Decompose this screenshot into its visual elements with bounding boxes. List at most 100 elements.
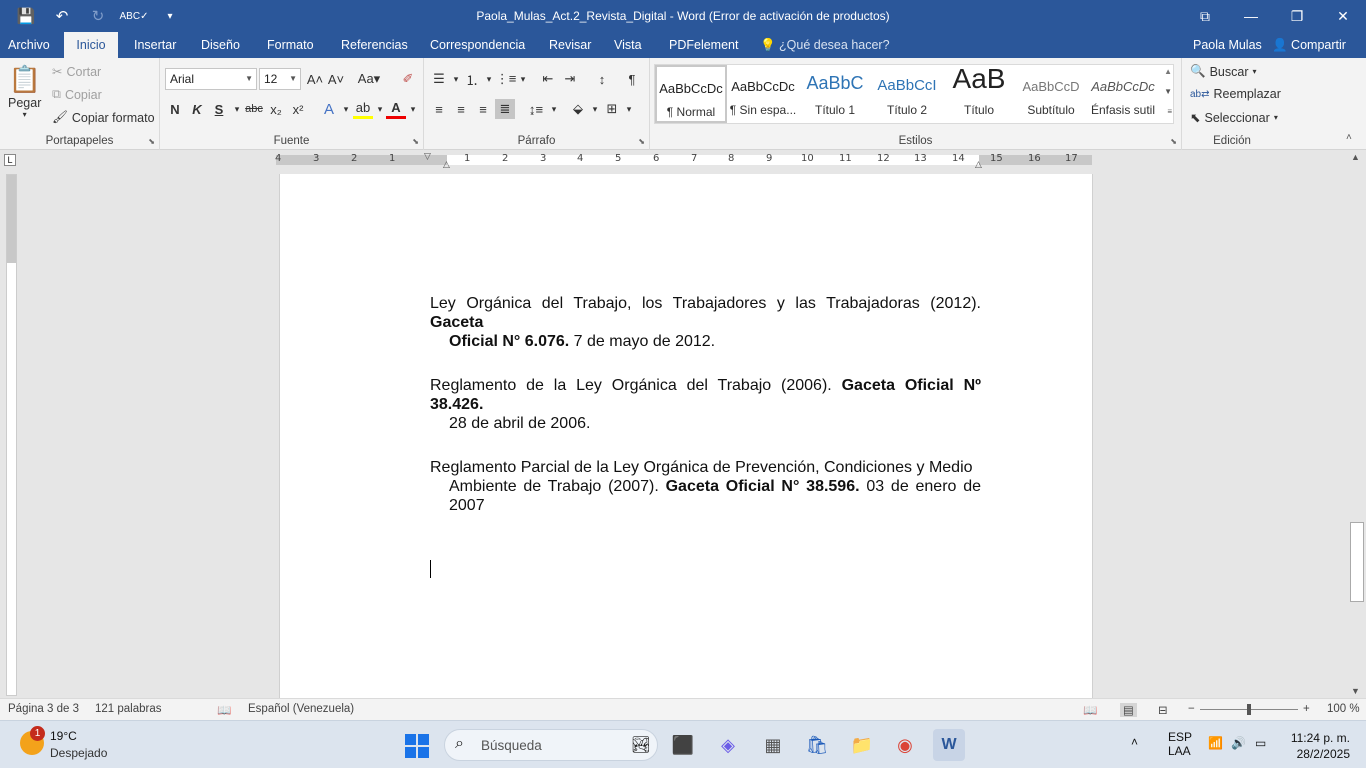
collapse-ribbon-icon[interactable]: ˄ [1346, 132, 1352, 143]
tab-vista[interactable]: Vista [606, 32, 650, 58]
first-line-indent-marker[interactable]: ▽ [424, 151, 431, 162]
chevron-down-icon[interactable]: ▾ [403, 99, 423, 119]
grow-font-icon[interactable]: A˄ [305, 69, 325, 89]
tab-revisar[interactable]: Revisar [541, 32, 599, 58]
temperature[interactable]: 19°C [50, 729, 77, 743]
web-layout-icon[interactable]: ⊟ [1158, 703, 1168, 717]
store-icon[interactable]: 🛍 [801, 729, 833, 761]
align-left-icon[interactable]: ≡ [429, 99, 449, 119]
justify-icon[interactable]: ≣ [495, 99, 515, 119]
strikethrough-button[interactable]: abc [244, 99, 264, 119]
dialog-launcher-icon[interactable]: ⬊ [638, 137, 645, 146]
wifi-icon[interactable]: 📶 [1208, 736, 1223, 750]
scroll-thumb[interactable] [1350, 522, 1364, 602]
chevron-down-icon[interactable]: ▾ [544, 99, 564, 119]
ribbon-display-icon[interactable]: ⧉ [1182, 0, 1228, 32]
style-subtle-emphasis[interactable]: AaBbCcDc Énfasis sutil [1087, 65, 1159, 123]
sort-icon[interactable]: ↕ [592, 69, 612, 89]
copy-button[interactable]: ⧉ Copiar [52, 87, 102, 102]
paste-button[interactable]: 📋 Pegar ▾ [8, 64, 41, 119]
style-heading-1[interactable]: AaBbC Título 1 [799, 65, 871, 123]
tab-selector[interactable]: L [4, 154, 16, 166]
select-button[interactable]: ⬉ Seleccionar ▾ [1190, 110, 1278, 126]
tab-formato[interactable]: Formato [259, 32, 322, 58]
zoom-level[interactable]: 100 % [1327, 703, 1360, 715]
document-page[interactable]: Ley Orgánica del Trabajo, los Trabajador… [279, 174, 1093, 698]
weather-condition[interactable]: Despejado [50, 746, 107, 760]
font-size-select[interactable]: 12 ▼ [259, 68, 301, 90]
chevron-down-icon[interactable]: ▾ [619, 99, 639, 119]
minimize-button[interactable]: — [1228, 0, 1274, 32]
tab-archivo[interactable]: Archivo [0, 32, 58, 58]
dialog-launcher-icon[interactable]: ⬊ [412, 137, 419, 146]
format-painter-button[interactable]: 🖌 Copiar formato [52, 110, 155, 125]
align-right-icon[interactable]: ≡ [473, 99, 493, 119]
more-styles-icon[interactable]: ≡ [1167, 107, 1172, 116]
calculator-icon[interactable]: ▦ [757, 729, 789, 761]
taskbar-search[interactable]: ⌕ Búsqueda 🏞 [444, 729, 658, 761]
tab-correspondencia[interactable]: Correspondencia [422, 32, 533, 58]
tab-inicio[interactable]: Inicio [64, 32, 118, 58]
reference-paragraph-2[interactable]: Reglamento de la Ley Orgánica del Trabaj… [430, 376, 981, 433]
tab-insertar[interactable]: Insertar [126, 32, 184, 58]
show-marks-icon[interactable]: ¶ [622, 69, 642, 89]
task-view-icon[interactable]: ⬛ [667, 729, 699, 761]
reference-paragraph-1[interactable]: Ley Orgánica del Trabajo, los Trabajador… [430, 294, 981, 351]
subscript-button[interactable]: x₂ [266, 99, 286, 119]
line-spacing-icon[interactable]: ↨≡ [526, 99, 546, 119]
hanging-indent-marker[interactable]: △ [443, 159, 450, 170]
scroll-up-icon[interactable]: ▲ [1164, 67, 1172, 76]
vertical-scrollbar[interactable]: ▲ ▼ [1348, 150, 1366, 698]
scroll-down-icon[interactable]: ▼ [1351, 686, 1360, 696]
document-area[interactable]: Ley Orgánica del Trabajo, los Trabajador… [22, 170, 1348, 698]
bold-button[interactable]: N [165, 99, 185, 119]
decrease-indent-icon[interactable]: ⇤ [538, 69, 558, 89]
input-language[interactable]: ESP LAA [1168, 730, 1192, 758]
zoom-out-icon[interactable]: − [1188, 703, 1195, 715]
clear-formatting-icon[interactable]: ✐ [398, 69, 418, 89]
tell-me-search[interactable]: 💡 ¿Qué desea hacer? [760, 32, 890, 58]
word-count[interactable]: 121 palabras [95, 703, 162, 715]
scroll-up-icon[interactable]: ▲ [1351, 152, 1360, 162]
share-button[interactable]: 👤 Compartir [1272, 32, 1346, 58]
zoom-in-icon[interactable]: + [1303, 703, 1310, 715]
increase-indent-icon[interactable]: ⇥ [560, 69, 580, 89]
proofing-icon[interactable]: 📖 [217, 703, 231, 717]
print-layout-icon[interactable]: ▤ [1120, 703, 1137, 717]
style-subtitle[interactable]: AaBbCcD Subtítulo [1015, 65, 1087, 123]
right-indent-marker[interactable]: △ [975, 159, 982, 170]
chrome-icon[interactable]: ◉ [889, 729, 921, 761]
file-explorer-icon[interactable]: 📁 [846, 729, 878, 761]
find-button[interactable]: 🔍 Buscar ▾ [1190, 64, 1257, 79]
read-mode-icon[interactable]: 📖 [1083, 703, 1097, 717]
style-heading-2[interactable]: AaBbCcI Título 2 [871, 65, 943, 123]
replace-button[interactable]: ab⇄ Reemplazar [1190, 87, 1281, 101]
tab-diseno[interactable]: Diseño [193, 32, 248, 58]
style-normal[interactable]: AaBbCcDc ¶ Normal [655, 65, 727, 123]
show-hidden-icons-icon[interactable]: ˄ [1131, 735, 1138, 749]
tab-referencias[interactable]: Referencias [333, 32, 416, 58]
system-clock[interactable]: 11:24 p. m. 28/2/2025 [1291, 730, 1350, 762]
font-family-select[interactable]: Arial ▼ [165, 68, 257, 90]
page-count[interactable]: Página 3 de 3 [8, 703, 79, 715]
word-app-icon[interactable]: W [933, 729, 965, 761]
style-no-spacing[interactable]: AaBbCcDc ¶ Sin espa... [727, 65, 799, 123]
italic-button[interactable]: K [187, 99, 207, 119]
dialog-launcher-icon[interactable]: ⬊ [1170, 137, 1177, 146]
close-button[interactable]: ✕ [1320, 0, 1366, 32]
shrink-font-icon[interactable]: A˅ [326, 69, 346, 89]
volume-icon[interactable]: 🔊 [1231, 736, 1246, 750]
superscript-button[interactable]: x² [288, 99, 308, 119]
cut-button[interactable]: ✂ Cortar [52, 64, 101, 80]
windows-start-icon[interactable] [405, 734, 429, 758]
underline-button[interactable]: S [209, 99, 229, 119]
restore-button[interactable]: ❐ [1274, 0, 1320, 32]
language-indicator[interactable]: Español (Venezuela) [248, 703, 354, 715]
style-title[interactable]: AaB Título [943, 63, 1015, 123]
user-name[interactable]: Paola Mulas [1193, 32, 1262, 58]
chevron-down-icon[interactable]: ▾ [513, 69, 533, 89]
tab-pdfelement[interactable]: PDFelement [661, 32, 746, 58]
align-center-icon[interactable]: ≡ [451, 99, 471, 119]
battery-icon[interactable]: ▭ [1255, 736, 1266, 750]
dialog-launcher-icon[interactable]: ⬊ [148, 137, 155, 146]
